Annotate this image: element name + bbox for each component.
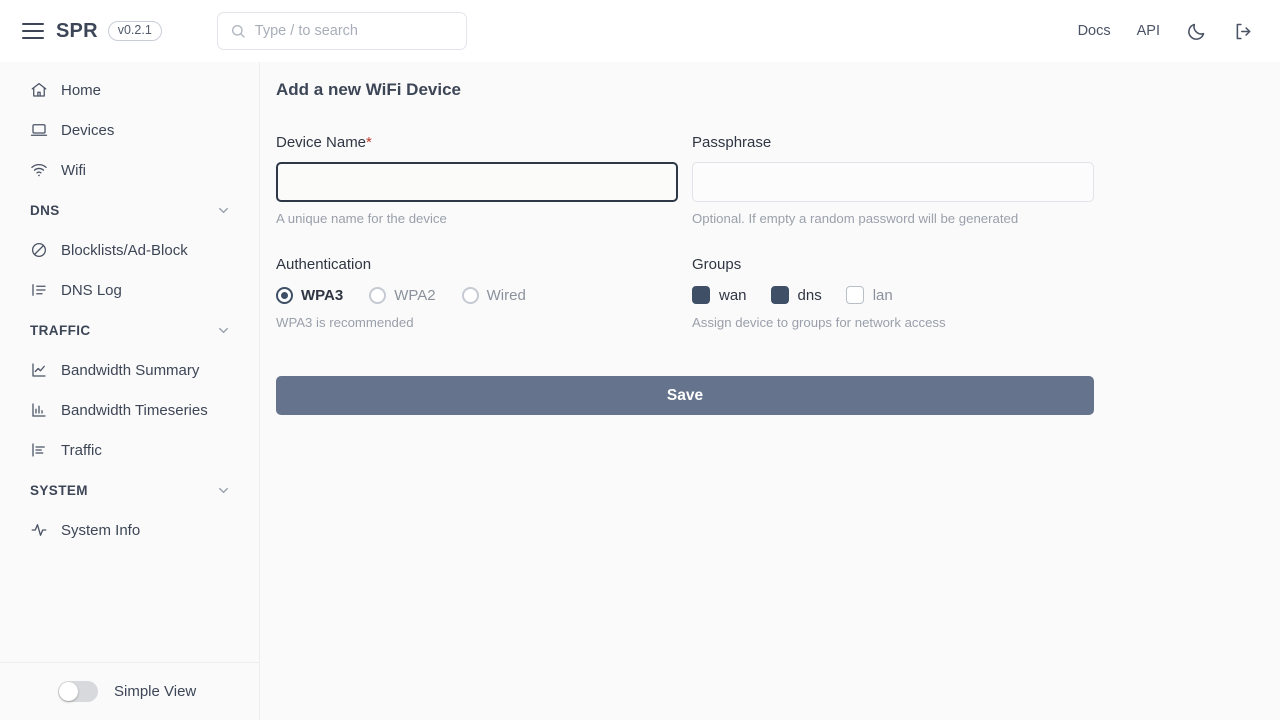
passphrase-input[interactable] [692, 162, 1094, 202]
groups-label: Groups [692, 256, 742, 273]
home-icon [31, 82, 47, 97]
sidebar: Home Devices Wifi DNS Blocklists/Ad-Bloc… [0, 62, 260, 720]
activity-icon [31, 524, 47, 536]
sidebar-item-devices[interactable]: Devices [0, 110, 259, 150]
sidebar-section-traffic[interactable]: TRAFFIC [0, 310, 259, 350]
checkbox-indicator [845, 286, 864, 304]
sidebar-item-bandwidth-summary[interactable]: Bandwidth Summary [0, 350, 259, 390]
api-link[interactable]: API [1137, 23, 1160, 39]
authentication-hint: WPA3 is recommended [276, 315, 414, 330]
list-icon [32, 284, 46, 296]
simple-view-toggle[interactable] [58, 681, 98, 702]
checkbox-option-wan[interactable]: wan [692, 286, 747, 304]
search-icon [231, 25, 245, 38]
checkbox-label: wan [719, 286, 747, 304]
docs-link[interactable]: Docs [1078, 23, 1111, 39]
chevron-down-icon [219, 327, 228, 333]
form-row-1: Device Name* A unique name for the devic… [276, 134, 1260, 226]
checkbox-indicator [692, 286, 710, 304]
radio-option-wpa3[interactable]: WPA3 [276, 286, 344, 304]
radio-indicator [276, 286, 293, 304]
radio-label: Wired [486, 286, 526, 304]
laptop-icon [30, 124, 48, 136]
radio-label: WPA2 [394, 286, 436, 304]
radio-label: WPA3 [301, 286, 344, 304]
ban-icon [31, 242, 47, 258]
sidebar-item-bandwidth-timeseries[interactable]: Bandwidth Timeseries [0, 390, 259, 430]
line-chart-icon [32, 363, 46, 377]
moon-icon[interactable] [1186, 21, 1207, 42]
radio-option-wired[interactable]: Wired [461, 286, 526, 304]
hamburger-icon[interactable] [22, 23, 44, 39]
device-name-label-text: Device Name [276, 134, 367, 151]
sidebar-item-home[interactable]: Home [0, 70, 259, 110]
sidebar-item-label: Home [61, 81, 102, 99]
main-content: Add a new WiFi Device Device Name* A uni… [260, 62, 1280, 720]
sidebar-section-label: TRAFFIC [30, 322, 91, 338]
search-input[interactable] [254, 23, 445, 39]
sidebar-item-label: Devices [61, 121, 115, 139]
required-marker: * [366, 134, 372, 151]
sidebar-item-label: Bandwidth Timeseries [61, 401, 208, 419]
passphrase-hint: Optional. If empty a random password wil… [692, 211, 1019, 226]
sidebar-footer: Simple View [0, 662, 259, 720]
form-row-2: Authentication WPA3 WPA2 Wired WPA3 is r… [276, 256, 1260, 330]
sidebar-section-dns[interactable]: DNS [0, 190, 259, 230]
groups-hint: Assign device to groups for network acce… [692, 315, 946, 330]
authentication-field-group: Authentication WPA3 WPA2 Wired WPA3 is r… [276, 256, 678, 330]
brand-logo: SPR [56, 19, 98, 42]
device-name-field-group: Device Name* A unique name for the devic… [276, 134, 678, 226]
top-bar: SPR v0.2.1 Docs API [0, 0, 1280, 62]
sidebar-item-system-info[interactable]: System Info [0, 510, 259, 550]
groups-field-group: Groups wan dns lan Assign device to grou… [692, 256, 1094, 330]
checkbox-option-dns[interactable]: dns [770, 286, 822, 304]
chevron-down-icon [219, 487, 228, 493]
wifi-icon [31, 163, 47, 177]
chevron-down-icon [219, 207, 228, 213]
sidebar-item-traffic[interactable]: Traffic [0, 430, 259, 470]
version-badge: v0.2.1 [107, 21, 162, 41]
sidebar-item-label: System Info [61, 521, 141, 539]
bar-chart-icon [32, 403, 46, 417]
sidebar-item-label: Blocklists/Ad-Block [61, 241, 188, 259]
sidebar-item-blocklists[interactable]: Blocklists/Ad-Block [0, 230, 259, 270]
sidebar-item-label: Wifi [61, 161, 86, 179]
authentication-label: Authentication [276, 256, 372, 273]
checkbox-label: dns [797, 286, 822, 304]
passphrase-field-group: Passphrase Optional. If empty a random p… [692, 134, 1094, 226]
checkbox-option-lan[interactable]: lan [845, 286, 893, 304]
sidebar-item-dns-log[interactable]: DNS Log [0, 270, 259, 310]
authentication-radio-group: WPA3 WPA2 Wired [276, 284, 678, 306]
save-button[interactable]: Save [276, 376, 1094, 415]
device-name-label: Device Name* [276, 134, 678, 151]
simple-view-label: Simple View [114, 683, 197, 700]
toggle-knob [59, 682, 78, 701]
radio-option-wpa2[interactable]: WPA2 [369, 286, 436, 304]
sidebar-section-label: DNS [30, 202, 60, 218]
sidebar-item-label: DNS Log [61, 281, 122, 299]
hbar-chart-icon [32, 443, 45, 457]
sidebar-nav: Home Devices Wifi DNS Blocklists/Ad-Bloc… [0, 62, 259, 662]
device-name-hint: A unique name for the device [276, 211, 447, 226]
radio-indicator [461, 286, 479, 304]
sidebar-item-wifi[interactable]: Wifi [0, 150, 259, 190]
add-wifi-device-form: Device Name* A unique name for the devic… [260, 100, 1280, 330]
logout-icon[interactable] [1233, 21, 1254, 42]
groups-checkbox-group: wan dns lan [692, 284, 1094, 306]
sidebar-section-label: SYSTEM [30, 482, 88, 498]
sidebar-section-system[interactable]: SYSTEM [0, 470, 259, 510]
radio-indicator [369, 286, 387, 304]
sidebar-item-label: Bandwidth Summary [61, 361, 200, 379]
device-name-input[interactable] [276, 162, 678, 202]
search-box[interactable] [216, 12, 467, 50]
sidebar-item-label: Traffic [61, 441, 102, 459]
checkbox-indicator [770, 286, 789, 304]
passphrase-label: Passphrase [692, 134, 772, 151]
page-title: Add a new WiFi Device [276, 80, 461, 99]
checkbox-label: lan [872, 286, 893, 304]
